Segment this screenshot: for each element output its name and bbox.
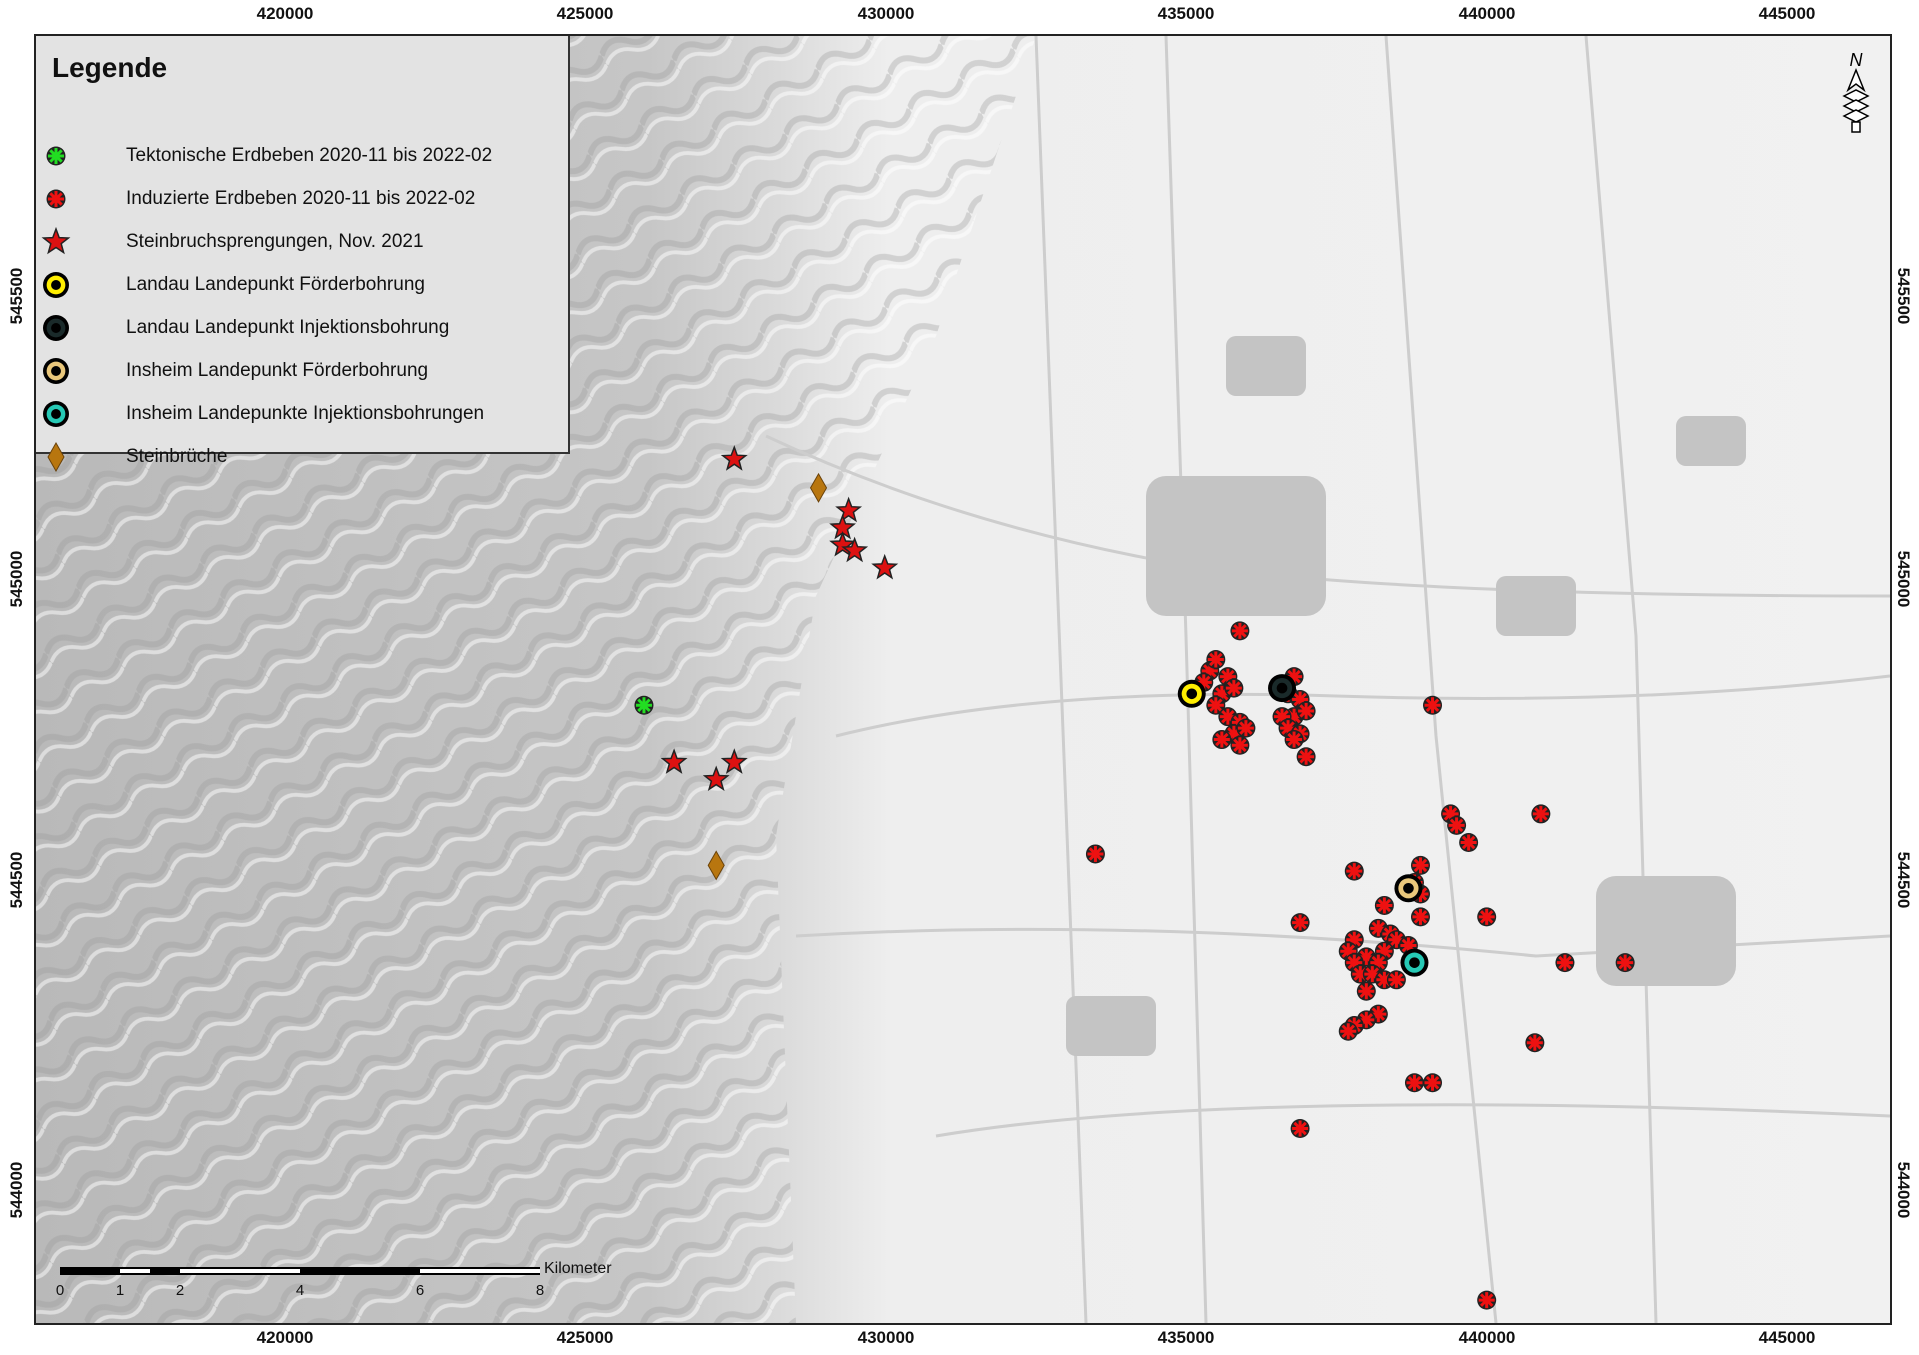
- y-tick-label: 544000: [7, 1161, 26, 1219]
- red-asterisk-marker[interactable]: [1296, 701, 1316, 721]
- legend-title: Legende: [52, 52, 168, 83]
- red-asterisk-marker[interactable]: [1236, 718, 1256, 738]
- legend-item: Steinbrüche: [36, 437, 568, 477]
- scale-label: 2: [175, 1282, 185, 1299]
- legend-label: Insheim Landepunkte Injektionsbohrungen: [126, 403, 485, 424]
- x-tick-label: 445000: [1758, 4, 1816, 23]
- map-frame[interactable]: Legende Tektonische Erdbeben 2020-11 bis…: [34, 34, 1892, 1325]
- scale-unit: Kilometer: [544, 1260, 612, 1277]
- red-star-icon: [41, 226, 71, 255]
- red-asterisk-marker[interactable]: [1344, 861, 1364, 881]
- red-asterisk-marker[interactable]: [1284, 730, 1304, 750]
- green-asterisk-icon: [46, 146, 66, 166]
- red-asterisk-marker[interactable]: [1206, 649, 1226, 669]
- scale-label: 8: [535, 1282, 545, 1299]
- yellow-circle-marker[interactable]: [1177, 679, 1206, 708]
- teal-circle-marker[interactable]: [1400, 948, 1429, 977]
- x-tick-label: 425000: [556, 4, 614, 23]
- red-asterisk-marker[interactable]: [1230, 621, 1250, 641]
- scale-label: 4: [295, 1282, 305, 1299]
- red-asterisk-marker[interactable]: [1374, 895, 1394, 915]
- x-tick-label: 445000: [1758, 1328, 1816, 1347]
- red-asterisk-marker[interactable]: [1404, 1073, 1424, 1093]
- legend-item: Landau Landepunkt Förderbohrung: [36, 265, 568, 305]
- yellow-circle-icon: [43, 272, 69, 298]
- red-asterisk-marker[interactable]: [1477, 1290, 1497, 1310]
- red-asterisk-marker[interactable]: [1290, 913, 1310, 933]
- north-arrow-icon: N: [1842, 50, 1870, 133]
- x-tick-label: 420000: [256, 4, 314, 23]
- red-asterisk-marker[interactable]: [1555, 953, 1575, 973]
- legend-label: Tektonische Erdbeben 2020-11 bis 2022-02: [126, 145, 493, 166]
- legend-item: Landau Landepunkt Injektionsbohrung: [36, 308, 568, 348]
- red-asterisk-marker[interactable]: [1085, 844, 1105, 864]
- x-tick-label: 440000: [1458, 4, 1516, 23]
- y-tick-label: 544000: [1894, 1161, 1913, 1219]
- red-asterisk-marker[interactable]: [1615, 953, 1635, 973]
- red-asterisk-marker[interactable]: [1525, 1033, 1545, 1053]
- red-asterisk-marker[interactable]: [1423, 695, 1443, 715]
- y-tick-label: 544500: [1894, 851, 1913, 909]
- legend-label: Landau Landepunkt Förderbohrung: [126, 274, 425, 295]
- brown-diamond-icon: [47, 441, 65, 473]
- legend-label: Steinbrüche: [126, 446, 228, 467]
- red-asterisk-marker[interactable]: [1459, 833, 1479, 853]
- legend-label: Landau Landepunkt Injektionsbohrung: [126, 317, 450, 338]
- y-tick-label: 544500: [7, 851, 26, 909]
- red-asterisk-marker[interactable]: [1423, 1073, 1443, 1093]
- beige-circle-icon: [43, 358, 69, 384]
- red-asterisk-marker[interactable]: [1356, 981, 1376, 1001]
- x-tick-label: 420000: [256, 1328, 314, 1347]
- scale-label: 6: [415, 1282, 425, 1299]
- scale-label: 0: [55, 1282, 65, 1299]
- y-tick-label: 545500: [7, 267, 26, 325]
- red-asterisk-marker[interactable]: [1230, 735, 1250, 755]
- teal-circle-icon: [43, 401, 69, 427]
- red-asterisk-marker[interactable]: [1338, 1021, 1358, 1041]
- beige-circle-marker[interactable]: [1394, 874, 1423, 903]
- legend-label: Induzierte Erdbeben 2020-11 bis 2022-02: [126, 188, 476, 209]
- legend-item: Steinbruchsprengungen, Nov. 2021: [36, 222, 568, 262]
- north-label: N: [1850, 50, 1864, 70]
- legend-item: Insheim Landepunkte Injektionsbohrungen: [36, 394, 568, 434]
- legend-item: Induzierte Erdbeben 2020-11 bis 2022-02: [36, 179, 568, 219]
- dark-circle-icon: [43, 315, 69, 341]
- red-asterisk-marker[interactable]: [1212, 730, 1232, 750]
- north-arrow: N: [1836, 46, 1876, 136]
- red-asterisk-icon: [46, 189, 66, 209]
- green-asterisk-marker[interactable]: [634, 695, 654, 715]
- red-asterisk-marker[interactable]: [1410, 855, 1430, 875]
- legend-item: Tektonische Erdbeben 2020-11 bis 2022-02: [36, 136, 568, 176]
- y-tick-label: 545000: [7, 550, 26, 608]
- x-tick-label: 430000: [857, 1328, 915, 1347]
- x-tick-label: 435000: [1157, 4, 1215, 23]
- y-tick-label: 545000: [1894, 550, 1913, 608]
- red-asterisk-marker[interactable]: [1531, 804, 1551, 824]
- legend-label: Steinbruchsprengungen, Nov. 2021: [126, 231, 424, 252]
- legend-item: Insheim Landepunkt Förderbohrung: [36, 351, 568, 391]
- red-asterisk-marker[interactable]: [1386, 970, 1406, 990]
- red-asterisk-marker[interactable]: [1410, 907, 1430, 927]
- red-asterisk-marker[interactable]: [1447, 815, 1467, 835]
- x-tick-label: 430000: [857, 4, 915, 23]
- red-asterisk-marker[interactable]: [1477, 907, 1497, 927]
- scale-bar: 0 1 2 4 6 8 Kilometer: [56, 1260, 660, 1312]
- legend-label: Insheim Landepunkt Förderbohrung: [126, 360, 429, 381]
- dark-circle-marker[interactable]: [1268, 674, 1297, 703]
- x-tick-label: 425000: [556, 1328, 614, 1347]
- y-tick-label: 545500: [1894, 267, 1913, 325]
- red-asterisk-marker[interactable]: [1296, 747, 1316, 767]
- scale-label: 1: [115, 1282, 125, 1299]
- legend-panel: Legende Tektonische Erdbeben 2020-11 bis…: [36, 36, 570, 473]
- red-asterisk-marker[interactable]: [1290, 1119, 1310, 1139]
- x-tick-label: 435000: [1157, 1328, 1215, 1347]
- x-tick-label: 440000: [1458, 1328, 1516, 1347]
- red-asterisk-marker[interactable]: [1224, 678, 1244, 698]
